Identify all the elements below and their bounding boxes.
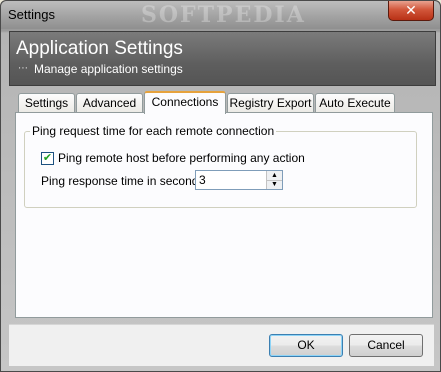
ping-groupbox: Ping request time for each remote connec… [24, 124, 417, 208]
watermark-logo: SOFTPEDIA [141, 2, 306, 28]
tab-connections[interactable]: Connections [144, 91, 226, 114]
ping-checkbox-label[interactable]: Ping remote host before performing any a… [58, 151, 305, 165]
title-bar[interactable]: Settings SOFTPEDIA ✕ [1, 1, 440, 29]
page-title: Application Settings [16, 38, 183, 59]
cancel-button[interactable]: Cancel [349, 334, 423, 357]
header-banner: Application Settings ⋯ Manage applicatio… [9, 31, 436, 86]
tab-registry-export[interactable]: Registry Export [227, 93, 314, 112]
ok-button[interactable]: OK [269, 334, 343, 357]
ping-response-label: Ping response time in seconds: [41, 174, 208, 188]
window-title: Settings [8, 7, 55, 22]
tab-settings[interactable]: Settings [18, 93, 75, 112]
dots-icon: ⋯ [18, 63, 28, 74]
arrow-down-icon[interactable]: ▼ [267, 180, 282, 189]
ping-response-spinner[interactable]: 3 ▲ ▼ [195, 170, 283, 190]
ping-checkbox[interactable]: ✔ [41, 152, 54, 165]
footer-bar: OK Cancel [9, 324, 434, 366]
tab-auto-execute[interactable]: Auto Execute [315, 93, 395, 112]
tab-panel-connections: Ping request time for each remote connec… [15, 112, 433, 318]
close-icon: ✕ [405, 2, 417, 18]
close-button[interactable]: ✕ [388, 1, 434, 21]
spinner-buttons: ▲ ▼ [266, 171, 282, 189]
settings-window: Settings SOFTPEDIA ✕ Application Setting… [0, 0, 441, 372]
page-subtitle: Manage application settings [34, 62, 183, 76]
groupbox-title: Ping request time for each remote connec… [30, 124, 277, 138]
tab-advanced[interactable]: Advanced [76, 93, 143, 112]
ping-response-value[interactable]: 3 [199, 173, 206, 187]
check-icon: ✔ [42, 152, 53, 164]
